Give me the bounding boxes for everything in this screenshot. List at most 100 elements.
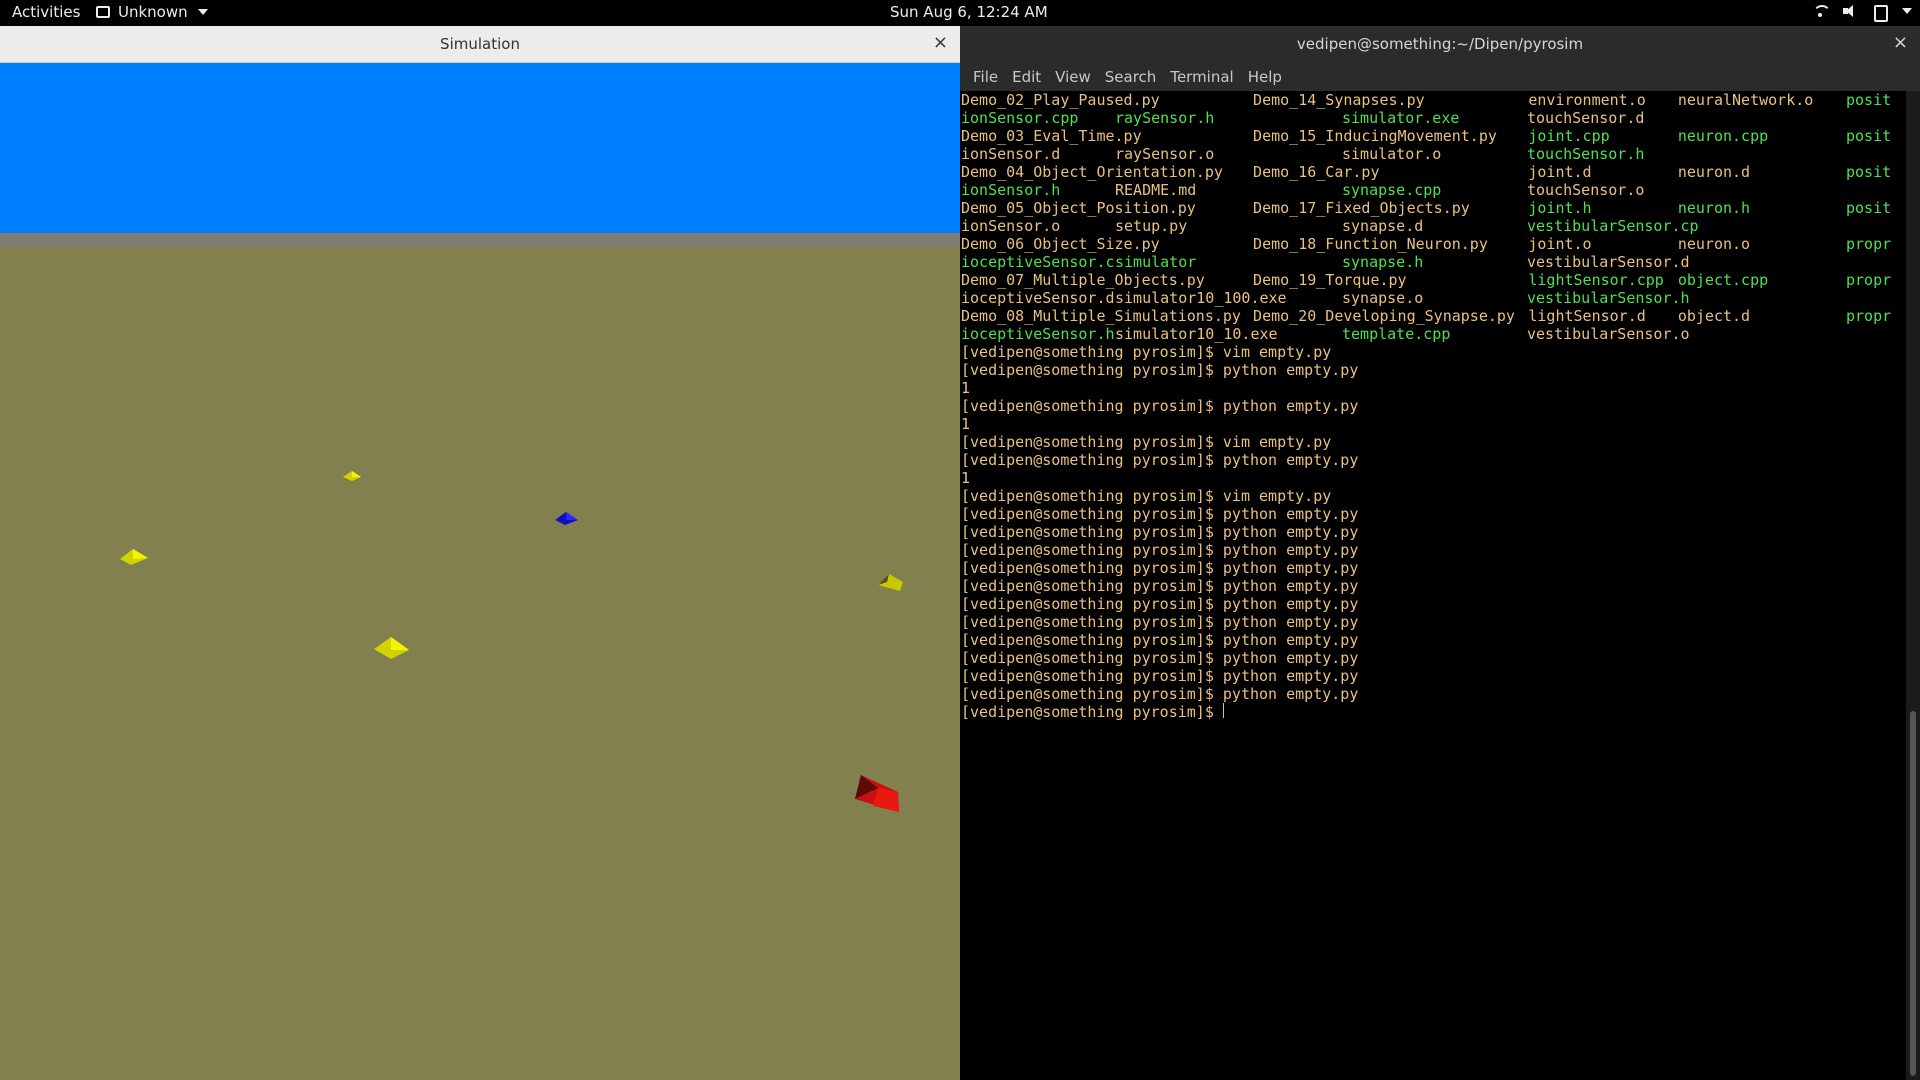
ls-entry: simulator10_10.exe xyxy=(1115,325,1278,343)
ls-output-line: ioceptiveSensor.cppsimulator synapse.h ves… xyxy=(961,253,1905,271)
ls-entry: ioceptiveSensor.d xyxy=(961,289,1115,307)
ls-entry xyxy=(1698,253,1758,271)
terminal-history-line: [vedipen@something pyrosim]$ python empt… xyxy=(961,595,1359,613)
ls-entry: joint.h xyxy=(1528,199,1592,217)
ls-entry: vestibularSensor.cpp xyxy=(1527,217,1698,235)
ls-entry: propr xyxy=(1846,235,1892,253)
terminal-history-line: [vedipen@something pyrosim]$ python empt… xyxy=(961,397,1359,415)
ls-entry: Demo_05_Object_Position.py xyxy=(961,199,1196,217)
terminal-history-line: 1 xyxy=(961,469,971,487)
ls-entry: setup.py xyxy=(1115,217,1188,235)
ls-entry: simulator xyxy=(1115,253,1197,271)
terminal-history-line: [vedipen@something pyrosim]$ python empt… xyxy=(961,505,1359,523)
simulation-viewport[interactable] xyxy=(0,26,960,1080)
red-object xyxy=(855,775,899,812)
ls-output-line: Demo_06_Object_Size.py Demo_18_Function_N… xyxy=(961,235,1905,253)
ls-entry xyxy=(1698,217,1758,235)
ls-entry: README.md xyxy=(1115,181,1197,199)
ls-entry: propr xyxy=(1846,271,1892,289)
wifi-icon xyxy=(1812,3,1831,19)
menu-help[interactable]: Help xyxy=(1241,63,1289,91)
ls-entry: raySensor.o xyxy=(1115,145,1215,163)
ls-output-line: ioceptiveSensor.d simulator10_100.exe syna… xyxy=(961,289,1905,307)
menu-search[interactable]: Search xyxy=(1098,63,1164,91)
menu-terminal[interactable]: Terminal xyxy=(1163,63,1240,91)
ls-output-line: ionSensor.h README.md synapse.cpp touchSens… xyxy=(961,181,1905,199)
scrollbar-thumb[interactable] xyxy=(1910,711,1916,1076)
terminal-history-line: [vedipen@something pyrosim]$ python empt… xyxy=(961,451,1359,469)
ls-entry: synapse.o xyxy=(1342,289,1424,307)
ls-entry: posit xyxy=(1846,163,1892,181)
system-tray[interactable] xyxy=(1812,3,1912,22)
close-icon[interactable]: × xyxy=(1893,32,1908,53)
ls-entry: Demo_18_Function_Neuron.py xyxy=(1253,235,1488,253)
ls-entry: ionSensor.cpp xyxy=(961,109,1079,127)
ls-entry: Demo_16_Car.py xyxy=(1253,163,1380,181)
yellow-object xyxy=(374,637,409,659)
top-bar: Activities Unknown Sun Aug 6, 12:24 AM xyxy=(0,0,1920,26)
terminal-history-line: [vedipen@something pyrosim]$ python empt… xyxy=(961,541,1359,559)
yellow-object xyxy=(878,574,903,591)
terminal-history-line: [vedipen@something pyrosim]$ python empt… xyxy=(961,523,1359,541)
ls-entry: Demo_19_Torque.py xyxy=(1253,271,1407,289)
ls-entry: template.cpp xyxy=(1342,325,1451,343)
menu-view[interactable]: View xyxy=(1048,63,1098,91)
terminal-history-line: [vedipen@something pyrosim]$ python empt… xyxy=(961,649,1359,667)
app-menu[interactable]: Unknown xyxy=(96,3,208,21)
ls-entry: simulator.o xyxy=(1342,145,1442,163)
ls-entry: Demo_15_InducingMovement.py xyxy=(1253,127,1497,145)
ls-entry: Demo_03_Eval_Time.py xyxy=(961,127,1142,145)
ls-entry: touchSensor.d xyxy=(1527,109,1645,127)
terminal-history-line: [vedipen@something pyrosim]$ python empt… xyxy=(961,685,1359,703)
terminal-output[interactable]: Demo_02_Play_Paused.py Demo_14_Synapses.p… xyxy=(961,91,1905,1080)
ls-output-line: Demo_08_Multiple_Simulations.py Demo_20_D… xyxy=(961,307,1905,325)
ls-entry xyxy=(1698,145,1758,163)
ls-output-line: ionSensor.o setup.py synapse.d vestibularSe… xyxy=(961,217,1905,235)
window-icon xyxy=(96,6,110,18)
terminal-window[interactable]: vedipen@something:~/Dipen/pyrosim × File… xyxy=(960,26,1920,1080)
ls-entry: ioceptiveSensor.h xyxy=(961,325,1115,343)
terminal-scrollbar[interactable] xyxy=(1906,91,1920,1080)
ls-entry: Demo_04_Object_Orientation.py xyxy=(961,163,1223,181)
ls-entry: posit xyxy=(1846,199,1892,217)
terminal-history-line: [vedipen@something pyrosim]$ vim empty.p… xyxy=(961,487,1332,505)
ls-output-line: ionSensor.d raySensor.o simulator.o touchSe… xyxy=(961,145,1905,163)
text-cursor xyxy=(1222,703,1224,718)
menu-edit[interactable]: Edit xyxy=(1005,63,1048,91)
chevron-down-icon xyxy=(197,9,208,15)
ls-entry: neuron.o xyxy=(1677,235,1751,253)
ls-output-line: Demo_03_Eval_Time.py Demo_15_InducingMove… xyxy=(961,127,1905,145)
terminal-titlebar[interactable]: vedipen@something:~/Dipen/pyrosim × xyxy=(960,26,1920,63)
terminal-history-line: [vedipen@something pyrosim]$ python empt… xyxy=(961,361,1359,379)
ls-entry: neuron.d xyxy=(1677,163,1751,181)
menu-file[interactable]: File xyxy=(966,63,1005,91)
ls-entry: simulator10_100.exe xyxy=(1115,289,1287,307)
ls-entry: object.d xyxy=(1677,307,1751,325)
ls-entry: lightSensor.cpp xyxy=(1528,271,1664,289)
ls-entry: neuron.cpp xyxy=(1677,127,1769,145)
activities-button[interactable]: Activities xyxy=(12,3,80,21)
ls-entry: ionSensor.o xyxy=(961,217,1061,235)
ls-entry: ionSensor.h xyxy=(961,181,1061,199)
ls-output-line: ionSensor.cpp raySensor.h simulator.exe tou… xyxy=(961,109,1905,127)
blue-object xyxy=(555,512,578,525)
terminal-history-line: 1 xyxy=(961,415,971,433)
ls-entry: lightSensor.d xyxy=(1528,307,1646,325)
ls-output-line: ioceptiveSensor.h simulator10_10.exe templ… xyxy=(961,325,1905,343)
ls-entry: vestibularSensor.d xyxy=(1527,253,1690,271)
ls-entry: Demo_06_Object_Size.py xyxy=(961,235,1160,253)
ls-entry: Demo_20_Developing_Synapse.py xyxy=(1253,307,1515,325)
ls-entry: Demo_02_Play_Paused.py xyxy=(961,91,1160,109)
ls-entry: neuron.h xyxy=(1677,199,1751,217)
ls-entry: touchSensor.o xyxy=(1527,181,1645,199)
terminal-history-line: [vedipen@something pyrosim]$ python empt… xyxy=(961,577,1359,595)
ls-entry: synapse.d xyxy=(1342,217,1424,235)
ls-entry: joint.cpp xyxy=(1528,127,1610,145)
ls-entry xyxy=(1698,109,1758,127)
yellow-object xyxy=(343,471,361,481)
ls-entry: environment.o xyxy=(1528,91,1646,109)
terminal-history-line: [vedipen@something pyrosim]$ python empt… xyxy=(961,613,1359,631)
window-title: vedipen@something:~/Dipen/pyrosim xyxy=(1296,35,1584,53)
terminal-prompt-line[interactable]: [vedipen@something pyrosim]$ xyxy=(961,703,1905,721)
terminal-prompt: [vedipen@something pyrosim]$ xyxy=(961,703,1223,721)
